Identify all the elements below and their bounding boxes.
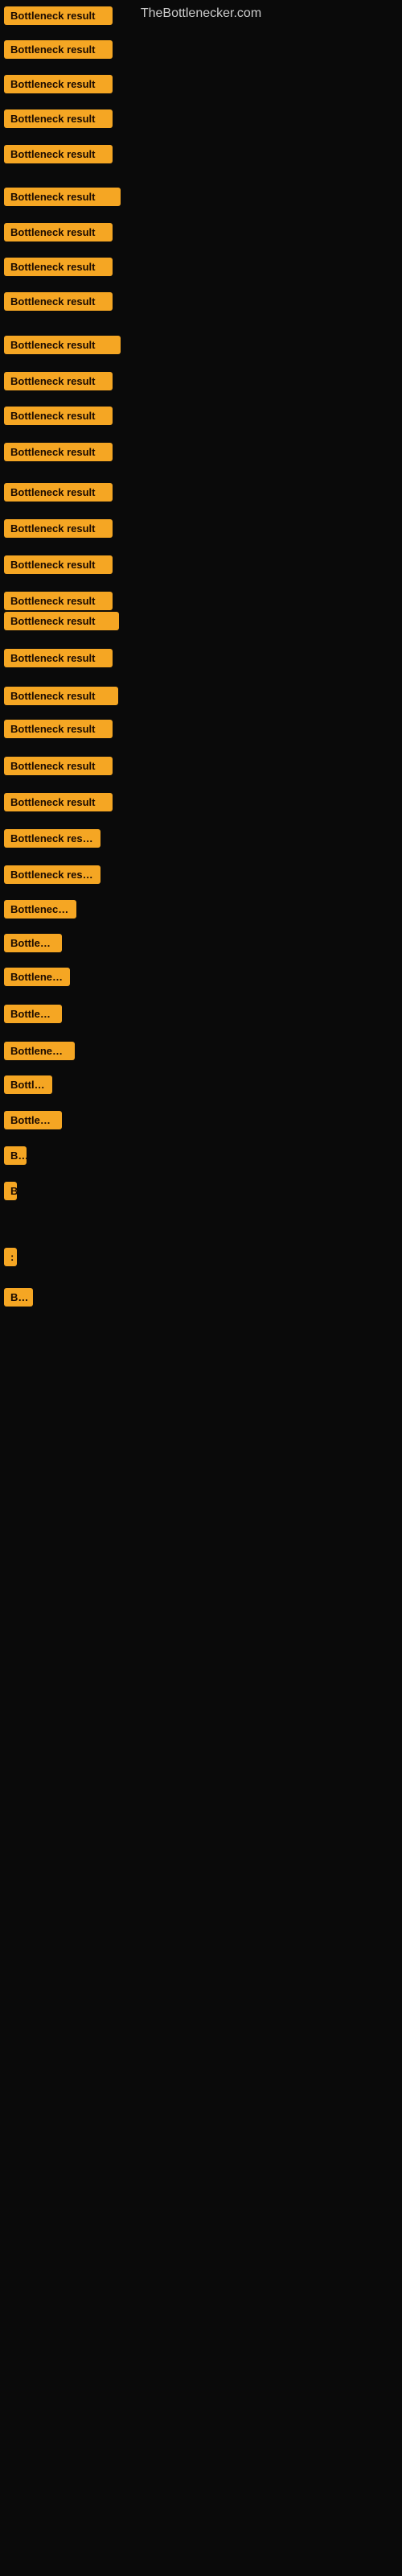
bottleneck-row-26: Bottleneck result: [4, 900, 76, 923]
bottleneck-row-10: Bottleneck result: [4, 336, 121, 358]
bottleneck-badge: Bottleneck r: [4, 968, 70, 986]
bottleneck-row-12: Bottleneck result: [4, 407, 113, 429]
bottleneck-row-16: Bottleneck result: [4, 555, 113, 578]
bottleneck-badge: Bott: [4, 1288, 33, 1307]
bottleneck-badge: Bottleneck result: [4, 649, 113, 667]
bottleneck-row-11: Bottleneck result: [4, 372, 113, 394]
bottleneck-badge: Bottleneck: [4, 1005, 62, 1023]
bottleneck-badge: Bottleneck result: [4, 75, 113, 93]
bottleneck-row-33: Bo: [4, 1146, 27, 1169]
bottleneck-row-22: Bottleneck result: [4, 757, 113, 779]
bottleneck-row-15: Bottleneck result: [4, 519, 113, 542]
bottleneck-badge: Bottleneck re: [4, 1042, 75, 1060]
bottleneck-badge: Bottleneck result: [4, 555, 113, 574]
bottleneck-badge: Bottleneck result: [4, 40, 113, 59]
bottleneck-badge: Bottleneck result: [4, 223, 113, 242]
bottleneck-row-34: B: [4, 1182, 17, 1204]
bottleneck-badge: Bottleneck result: [4, 829, 100, 848]
bottleneck-badge: Bottlenec: [4, 934, 62, 952]
bottleneck-badge: Bottleneck: [4, 1111, 62, 1129]
bottleneck-badge: Bottleneck result: [4, 483, 113, 502]
bottleneck-badge: Bottleneck result: [4, 720, 113, 738]
bottleneck-row-31: Bottlene: [4, 1075, 52, 1098]
bottleneck-badge: Bottleneck result: [4, 292, 113, 311]
bottleneck-row-36: Bott: [4, 1288, 33, 1311]
bottleneck-badge: Bottleneck result: [4, 109, 113, 128]
bottleneck-row-17: Bottleneck result: [4, 592, 113, 614]
bottleneck-row-20: Bottleneck result: [4, 687, 118, 709]
bottleneck-badge: Bottleneck result: [4, 519, 113, 538]
bottleneck-badge: Bottleneck result: [4, 407, 113, 425]
bottleneck-badge: Bottleneck result: [4, 865, 100, 884]
bottleneck-badge: Bottleneck result: [4, 592, 113, 610]
bottleneck-badge: Bottlene: [4, 1075, 52, 1094]
bottleneck-row-18: Bottleneck result: [4, 612, 119, 634]
bottleneck-badge: Bottleneck result: [4, 443, 113, 461]
bottleneck-row-35: :: [4, 1248, 17, 1270]
bottleneck-badge: Bottleneck result: [4, 757, 113, 775]
bottleneck-row-19: Bottleneck result: [4, 649, 113, 671]
bottleneck-row-27: Bottlenec: [4, 934, 62, 956]
bottleneck-row-25: Bottleneck result: [4, 865, 100, 888]
bottleneck-row-13: Bottleneck result: [4, 443, 113, 465]
bottleneck-badge: Bottleneck result: [4, 6, 113, 25]
bottleneck-badge: Bottleneck result: [4, 336, 121, 354]
bottleneck-badge: Bottleneck result: [4, 687, 118, 705]
bottleneck-row-5: Bottleneck result: [4, 145, 113, 167]
bottleneck-row-1: Bottleneck result: [4, 6, 113, 29]
bottleneck-row-30: Bottleneck re: [4, 1042, 75, 1064]
bottleneck-row-6: Bottleneck result: [4, 188, 121, 210]
bottleneck-row-7: Bottleneck result: [4, 223, 113, 246]
bottleneck-row-32: Bottleneck: [4, 1111, 62, 1133]
bottleneck-row-14: Bottleneck result: [4, 483, 113, 506]
bottleneck-row-28: Bottleneck r: [4, 968, 70, 990]
bottleneck-badge: Bottleneck result: [4, 258, 113, 276]
bottleneck-row-23: Bottleneck result: [4, 793, 113, 815]
bottleneck-row-9: Bottleneck result: [4, 292, 113, 315]
bottleneck-badge: Bo: [4, 1146, 27, 1165]
bottleneck-badge: Bottleneck result: [4, 900, 76, 919]
bottleneck-row-8: Bottleneck result: [4, 258, 113, 280]
bottleneck-row-24: Bottleneck result: [4, 829, 100, 852]
bottleneck-badge: Bottleneck result: [4, 612, 119, 630]
bottleneck-badge: :: [4, 1248, 17, 1266]
bottleneck-row-4: Bottleneck result: [4, 109, 113, 132]
bottleneck-row-2: Bottleneck result: [4, 40, 113, 63]
bottleneck-badge: Bottleneck result: [4, 372, 113, 390]
bottleneck-badge: Bottleneck result: [4, 793, 113, 811]
bottleneck-badge: B: [4, 1182, 17, 1200]
bottleneck-row-3: Bottleneck result: [4, 75, 113, 97]
bottleneck-badge: Bottleneck result: [4, 188, 121, 206]
bottleneck-row-29: Bottleneck: [4, 1005, 62, 1027]
bottleneck-row-21: Bottleneck result: [4, 720, 113, 742]
bottleneck-badge: Bottleneck result: [4, 145, 113, 163]
